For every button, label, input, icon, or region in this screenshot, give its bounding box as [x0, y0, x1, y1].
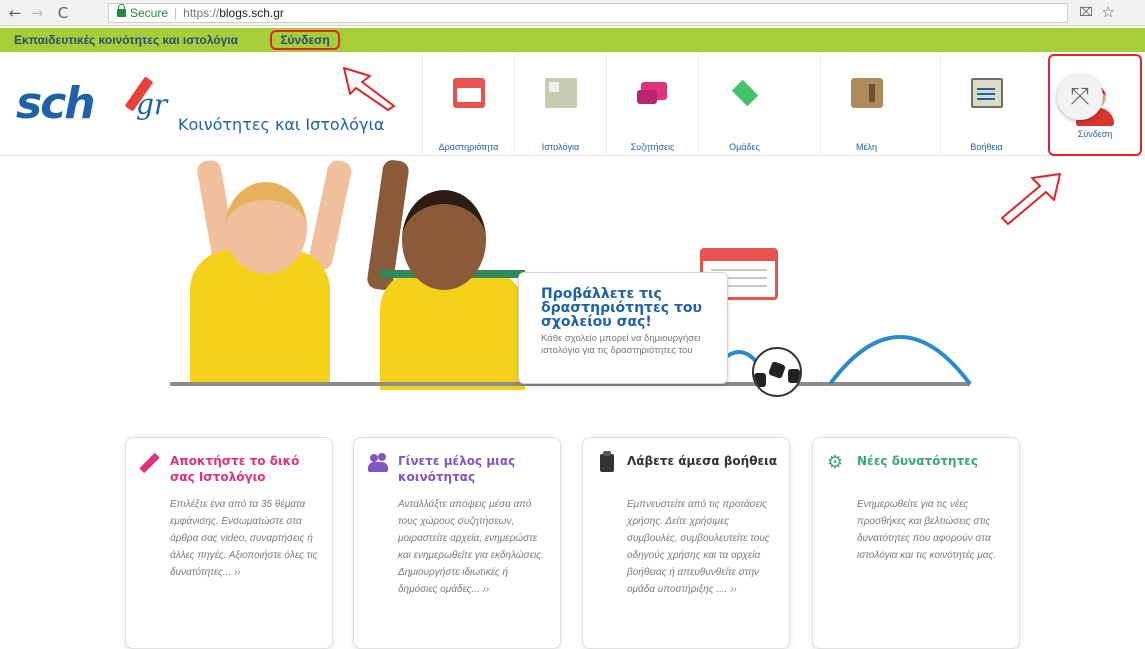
nav-label: Βοήθεια	[970, 142, 1003, 152]
promo-card: Προβάλλετε τις δραστηριότητες του σχολεί…	[518, 272, 728, 384]
url-host: blogs.sch.gr	[219, 6, 284, 20]
soccer-ball-icon	[752, 347, 802, 397]
card-text: Ανταλλάξτε απόψεις μέσα από τους χώρους …	[398, 499, 544, 595]
secure-label: Secure	[130, 6, 169, 20]
blog-icon	[545, 78, 577, 108]
people-icon	[368, 454, 388, 472]
annotation-arrow-icon	[343, 67, 395, 111]
feature-card-new-features[interactable]: ⚙ Νέες δυνατότητες Ενημερωθείτε για τις …	[812, 437, 1020, 649]
site-title[interactable]: Κοινότητες και Ιστολόγια	[178, 115, 384, 134]
promo-title: Προβάλλετε τις δραστηριότητες του σχολεί…	[541, 286, 702, 330]
card-title[interactable]: Γίνετε μέλος μιας κοινότητας	[398, 453, 553, 485]
back-arrow-icon[interactable]: ←	[6, 4, 24, 22]
card-title[interactable]: Λάβετε άμεσα βοήθεια	[627, 453, 782, 469]
nav-item-members[interactable]: Μέλη	[820, 52, 912, 156]
nav-item-help[interactable]: Βοήθεια	[940, 52, 1032, 156]
nav-label: Μέλη	[855, 142, 877, 152]
expand-icon[interactable]: ⤧	[1057, 74, 1103, 120]
logo-suffix: gr	[136, 88, 168, 121]
top-login-link[interactable]: Σύνδεση	[270, 30, 340, 50]
hero-arc-decoration	[704, 335, 972, 386]
card-title[interactable]: Αποκτήστε το δικό σας Ιστολόγιο	[170, 453, 325, 485]
card-title[interactable]: Νέες δυνατότητες	[857, 453, 1012, 469]
logo-text: sch	[16, 78, 96, 129]
card-text: Εμπνευστείτε από τις προτάσεις χρήσης. Δ…	[627, 499, 770, 595]
nav-label: Ομάδες	[729, 142, 760, 152]
feature-card-help[interactable]: Λάβετε άμεσα βοήθεια Εμπνευστείτε από τι…	[582, 437, 790, 649]
nav-item-activity[interactable]: Δραστηριότητα	[422, 52, 514, 156]
clipboard-icon	[600, 451, 614, 472]
url-scheme: https://	[183, 6, 220, 20]
hero-figure	[225, 182, 307, 274]
annotation-arrow-icon	[1001, 173, 1061, 225]
pencil-icon	[140, 454, 160, 472]
nav-label: Συζητήσεις	[630, 142, 675, 152]
community-bar-title[interactable]: Εκπαιδευτικές κοινότητες και ιστολόγια	[14, 31, 238, 49]
lock-icon	[117, 4, 126, 17]
reload-icon[interactable]: C	[54, 4, 72, 22]
promo-text: Κάθε σχολείο μπορεί να δημιουργήσει ιστο…	[541, 333, 701, 356]
nav-label: Σύνδεση	[1077, 129, 1113, 139]
nav-item-discussions[interactable]: Συζητήσεις	[606, 52, 698, 156]
activity-icon	[453, 78, 485, 108]
nav-label: Ιστολόγια	[541, 142, 580, 152]
star-icon[interactable]: ☆	[1102, 3, 1115, 21]
feature-card-community[interactable]: Γίνετε μέλος μιας κοινότητας Ανταλλάξτε …	[353, 437, 561, 649]
card-text: Επιλέξτε ένα από τα 35 θέματα εμφάνισης.…	[170, 499, 318, 578]
help-icon	[971, 78, 1003, 108]
browser-address-bar: ← → C Secure | https://blogs.sch.gr ⌧ ☆	[0, 0, 1145, 26]
nav-label: Δραστηριότητα	[438, 142, 499, 152]
forward-arrow-icon[interactable]: →	[28, 4, 46, 22]
nav-item-blogs[interactable]: Ιστολόγια	[514, 52, 606, 156]
hero-figure	[306, 160, 354, 272]
nav-item-groups[interactable]: Ομάδες	[698, 52, 790, 156]
translate-icon[interactable]: ⌧	[1079, 5, 1093, 19]
discussion-icon	[637, 78, 669, 108]
url-separator: |	[174, 6, 178, 20]
groups-icon	[730, 78, 760, 108]
feature-card-blog[interactable]: Αποκτήστε το δικό σας Ιστολόγιο Επιλέξτε…	[125, 437, 333, 649]
card-text: Ενημερωθείτε για τις νέες προσθήκες και …	[857, 499, 997, 561]
members-icon	[851, 78, 883, 108]
hero-figure	[402, 190, 486, 290]
url-field[interactable]: Secure | https://blogs.sch.gr	[108, 3, 1068, 23]
community-bar: Εκπαιδευτικές κοινότητες και ιστολόγια Σ…	[0, 28, 1145, 52]
gears-icon: ⚙	[827, 452, 844, 473]
